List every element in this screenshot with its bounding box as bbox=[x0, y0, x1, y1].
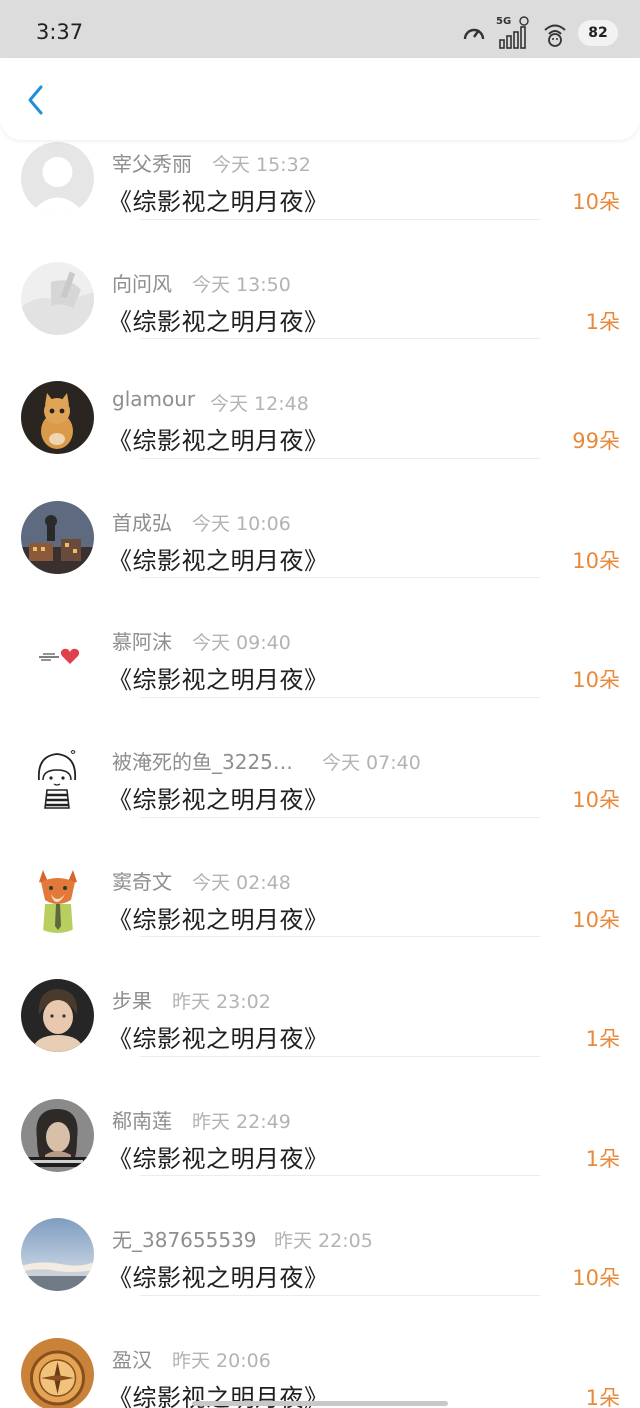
sender-name: 无_387655539 bbox=[112, 1228, 257, 1253]
send-time: 今天 13:50 bbox=[192, 273, 291, 296]
flower-count: 10朵 bbox=[572, 190, 620, 214]
back-button[interactable] bbox=[16, 80, 56, 120]
sender-name: 被淹死的鱼_3225… bbox=[112, 749, 293, 774]
book-title: 《综影视之明月夜》 bbox=[108, 307, 329, 336]
list-item[interactable]: 首成弘 今天 10:06 《综影视之明月夜》 10朵 bbox=[0, 459, 640, 579]
flower-count: 10朵 bbox=[572, 668, 620, 693]
sender-name: 盈汉 bbox=[112, 1347, 152, 1372]
heart-icon bbox=[21, 620, 94, 694]
send-time: 昨天 23:02 bbox=[172, 991, 271, 1014]
list-item[interactable]: 窦奇文 今天 02:48 《综影视之明月夜》 10朵 bbox=[0, 818, 640, 938]
book-title: 《综影视之明月夜》 bbox=[108, 188, 329, 216]
sender-name: 宰父秀丽 bbox=[112, 152, 192, 176]
sender-name: 向问风 bbox=[112, 271, 172, 296]
status-time: 3:37 bbox=[36, 20, 84, 44]
home-indicator bbox=[192, 1401, 448, 1406]
cartoon-girl-icon bbox=[21, 739, 94, 813]
flower-count: 10朵 bbox=[572, 548, 620, 573]
book-title: 《综影视之明月夜》 bbox=[108, 1264, 329, 1293]
nav-bar bbox=[0, 58, 640, 140]
portrait-photo-icon bbox=[21, 261, 94, 335]
book-title: 《综影视之明月夜》 bbox=[108, 546, 329, 575]
book-title: 《综影视之明月夜》 bbox=[108, 1025, 329, 1054]
compass-icon bbox=[21, 1337, 94, 1408]
status-bar: 3:37 5G 82 bbox=[0, 0, 640, 60]
send-time: 昨天 20:06 bbox=[172, 1349, 271, 1372]
send-time: 今天 15:32 bbox=[212, 154, 311, 176]
portrait-photo-icon bbox=[21, 979, 94, 1053]
book-title: 《综影视之明月夜》 bbox=[108, 427, 329, 456]
send-time: 昨天 22:49 bbox=[192, 1110, 291, 1133]
cat-icon bbox=[21, 381, 94, 455]
list-item[interactable]: 慕阿沫 今天 09:40 《综影视之明月夜》 10朵 bbox=[0, 578, 640, 698]
send-time: 今天 07:40 bbox=[322, 751, 421, 774]
send-time: 今天 12:48 bbox=[210, 393, 309, 416]
list-item[interactable]: 郗南莲 昨天 22:49 《综影视之明月夜》 1朵 bbox=[0, 1057, 640, 1177]
book-title: 《综影视之明月夜》 bbox=[108, 785, 329, 814]
list-item[interactable]: 无_387655539 昨天 22:05 《综影视之明月夜》 10朵 bbox=[0, 1176, 640, 1296]
portrait-photo-icon bbox=[21, 1098, 94, 1172]
list-item[interactable]: 盈汉 昨天 20:06 《综影视之明月夜》 1朵 bbox=[0, 1296, 640, 1408]
book-title: 《综影视之明月夜》 bbox=[108, 905, 329, 934]
list-item[interactable]: 被淹死的鱼_3225… 今天 07:40 《综影视之明月夜》 10朵 bbox=[0, 698, 640, 818]
sender-name: 窦奇文 bbox=[112, 869, 172, 894]
flower-count: 1朵 bbox=[585, 1146, 620, 1171]
send-time: 今天 02:48 bbox=[192, 871, 291, 894]
list-item[interactable]: 向问风 今天 13:50 《综影视之明月夜》 1朵 bbox=[0, 220, 640, 340]
sender-name: glamour bbox=[112, 387, 196, 412]
wifi-icon bbox=[542, 18, 568, 48]
send-time: 昨天 22:05 bbox=[274, 1230, 373, 1253]
sender-name: 首成弘 bbox=[112, 510, 172, 535]
battery-indicator: 82 bbox=[578, 20, 618, 46]
sender-name: 郗南莲 bbox=[112, 1108, 172, 1133]
book-title: 《综影视之明月夜》 bbox=[108, 1144, 329, 1173]
flower-count: 10朵 bbox=[572, 907, 620, 932]
sender-name: 步果 bbox=[112, 989, 152, 1014]
flower-count: 10朵 bbox=[572, 787, 620, 812]
book-title: 《综影视之明月夜》 bbox=[108, 666, 329, 695]
send-time: 今天 09:40 bbox=[192, 632, 291, 655]
sender-name: 慕阿沫 bbox=[112, 630, 172, 655]
back-arrow-icon bbox=[28, 85, 43, 115]
send-time: 今天 10:06 bbox=[192, 512, 291, 535]
flower-count: 1朵 bbox=[585, 1027, 620, 1052]
flower-count: 10朵 bbox=[572, 1266, 620, 1291]
list-item[interactable]: glamour 今天 12:48 《综影视之明月夜》 99朵 bbox=[0, 339, 640, 459]
default-avatar-icon bbox=[21, 142, 94, 215]
night-city-icon bbox=[21, 500, 94, 574]
gift-record-list: 宰父秀丽 今天 15:32 《综影视之明月夜》 10朵 向问风 今天 13:50… bbox=[0, 100, 640, 1408]
status-icons: 5G 82 bbox=[462, 16, 618, 50]
fox-icon bbox=[21, 859, 94, 933]
flower-count: 1朵 bbox=[585, 309, 620, 334]
speedometer-icon bbox=[462, 22, 486, 44]
signal-icon: 5G bbox=[496, 16, 532, 50]
list-item[interactable]: 步果 昨天 23:02 《综影视之明月夜》 1朵 bbox=[0, 937, 640, 1057]
sky-icon bbox=[21, 1218, 94, 1292]
flower-count: 99朵 bbox=[572, 429, 620, 454]
flower-count: 1朵 bbox=[585, 1385, 620, 1408]
